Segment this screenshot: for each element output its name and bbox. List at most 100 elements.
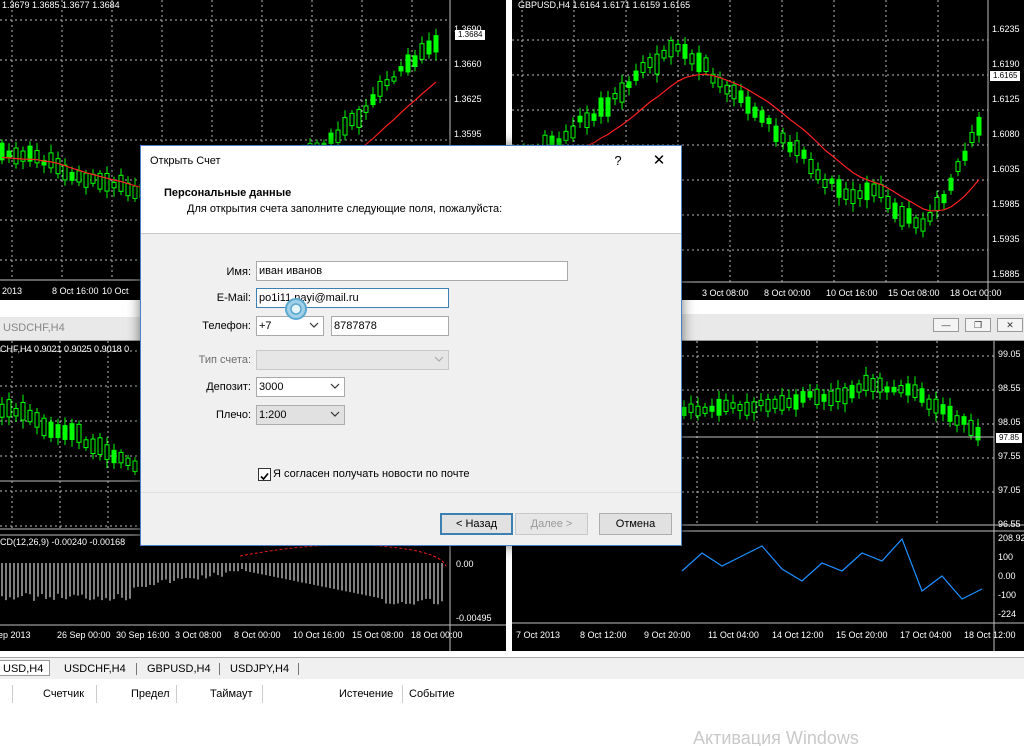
tab-usdchf[interactable]: USDCHF,H4 [58,661,132,677]
candle-body [577,115,583,123]
candle-body [955,161,961,172]
column-divider [176,685,177,703]
candle-body [745,96,751,114]
deposit-select[interactable]: 3000 [256,377,345,397]
chevron-down-icon [309,322,319,328]
cci-scale-label: 208.92 [998,533,1024,543]
newsletter-checkbox[interactable] [258,468,271,481]
price-scale-label: 1.6190 [992,59,1020,69]
tab-gbpusd[interactable]: GBPUSD,H4 [141,661,217,677]
time-scale-label: 18 Oct 00:00 [950,288,1002,298]
candle-body [104,444,110,460]
candle-body [125,457,131,467]
tab-separator [298,663,299,675]
checkmark-icon [260,472,269,481]
candle-body [405,54,411,73]
candle-body [62,425,68,440]
column-header-counter[interactable]: Счетчик [43,688,84,700]
candle-body [681,406,687,417]
candle-body [738,90,744,103]
chart-tabs-bar: USD,H4 USDCHF,H4 GBPUSD,H4 USDJPY,H4 [0,657,1024,679]
candle-body [765,398,771,412]
candle-body [905,383,911,396]
usdchf-window-title: USDCHF,H4 [3,322,65,334]
candle-body [962,150,968,161]
name-field[interactable]: иван иванов [256,261,568,281]
chevron-down-icon [434,356,444,362]
macd-scale-label: -0.00495 [456,613,492,623]
chevron-down-icon [330,383,340,389]
candle-body [328,132,334,145]
close-icon[interactable]: ✕ [648,151,670,171]
candle-body [647,57,653,68]
time-scale-label: 8 Oct 00:00 [234,630,281,640]
leverage-select[interactable]: 1:200 [256,405,345,425]
dialog-titlebar[interactable]: Открыть Счет ? ✕ [141,146,681,178]
candle-body [856,383,862,393]
column-header-event[interactable]: Событие [409,688,455,700]
candle-body [773,125,779,142]
restore-window-button[interactable]: ❐ [965,318,991,332]
candle-body [786,397,792,408]
candle-body [766,117,772,125]
candle-body [731,84,737,100]
candle-body [661,49,667,59]
tab-usd[interactable]: USD,H4 [0,660,51,676]
candle-body [675,43,681,52]
candle-body [335,129,341,143]
macd-scale-label: 0.00 [456,559,474,569]
candle-body [885,195,891,210]
help-icon[interactable]: ? [608,151,628,171]
close-window-button[interactable]: ✕ [997,318,1023,332]
candle-body [709,405,715,412]
candle-body [426,40,432,55]
price-scale-label: 98.55 [998,383,1021,393]
candle-body [76,170,82,183]
dialog-heading: Персональные данные [164,187,292,199]
usdjpy-window-titlebar[interactable]: — ❐ ✕ [682,314,1024,341]
back-button[interactable]: < Назад [440,513,513,535]
time-scale-label: 9 Oct 20:00 [644,630,691,640]
candle-body [695,405,701,417]
column-divider [12,685,13,703]
price-scale-label: 98.05 [998,417,1021,427]
candle-body [780,132,786,144]
price-scale-label: 1.3625 [454,94,482,104]
tab-usdjpy[interactable]: USDJPY,H4 [224,661,295,677]
candle-body [870,378,876,392]
candle-body [941,193,947,204]
candle-body [377,80,383,97]
price-scale-label: 1.5885 [992,269,1020,279]
account-type-select[interactable] [256,350,449,370]
candle-body [584,112,590,129]
column-header-timeout[interactable]: Таймаут [210,688,253,700]
account-type-label: Тип счета: [198,354,251,366]
price-scale-label: 1.6125 [992,94,1020,104]
candle-body [633,70,639,81]
time-scale-label: 18 Oct 12:00 [964,630,1016,640]
email-label: E-Mail: [216,292,251,304]
price-scale-label: 1.5985 [992,199,1020,209]
candle-body [83,172,89,188]
cci-scale-label: -100 [998,590,1016,600]
next-button[interactable]: Далее > [515,513,588,535]
candle-body [689,53,695,65]
candle-body [842,387,848,405]
time-scale-label: 8 Oct 16:00 [52,286,99,296]
column-header-expiration[interactable]: Истечение [339,688,393,700]
phone-field[interactable]: 8787878 [331,316,449,336]
cci-scale-label: 0.00 [998,571,1016,581]
time-scale-label: 15 Oct 08:00 [352,630,404,640]
dialog-header: Персональные данные Для открытия счета з… [141,178,681,234]
candle-body [20,401,26,421]
candle-body [744,401,750,416]
time-scale-label: 17 Oct 04:00 [900,630,952,640]
candle-body [968,419,974,436]
cancel-button[interactable]: Отмена [599,513,672,535]
newsletter-label[interactable]: Я согласен получать новости по почте [273,468,469,480]
price-scale-label: 99.05 [998,349,1021,359]
candle-body [913,217,919,229]
time-scale-label: 3 Oct 08:00 [175,630,222,640]
column-header-limit[interactable]: Предел [131,688,170,700]
minimize-window-button[interactable]: — [933,318,959,332]
